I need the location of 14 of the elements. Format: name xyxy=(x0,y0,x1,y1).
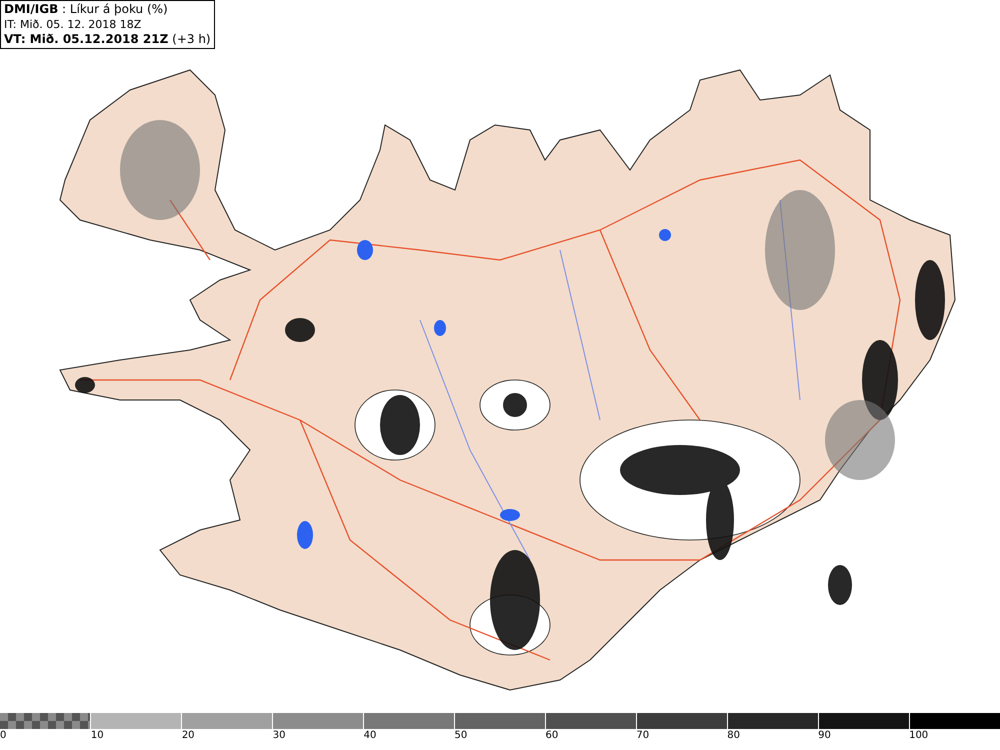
legend-label: 40 xyxy=(364,729,376,743)
legend-label: 20 xyxy=(182,729,195,743)
legend-label: 80 xyxy=(727,729,740,743)
legend-label: 100 xyxy=(909,729,928,743)
legend-label: 70 xyxy=(636,729,650,743)
legend-label: 60 xyxy=(545,729,558,743)
legend-label: 10 xyxy=(90,729,104,743)
legend-label: 90 xyxy=(818,729,831,743)
valid-time: VT: Mið. 05.12.2018 21Z (+3 h) xyxy=(4,32,211,47)
legend-label: 0 xyxy=(0,729,6,743)
issue-time: IT: Mið. 05. 12. 2018 18Z xyxy=(4,17,142,32)
map-title: DMI/IGB : Líkur á þoku (%) xyxy=(4,2,169,17)
legend-label: 50 xyxy=(454,729,468,743)
legend-label: 30 xyxy=(272,729,286,743)
